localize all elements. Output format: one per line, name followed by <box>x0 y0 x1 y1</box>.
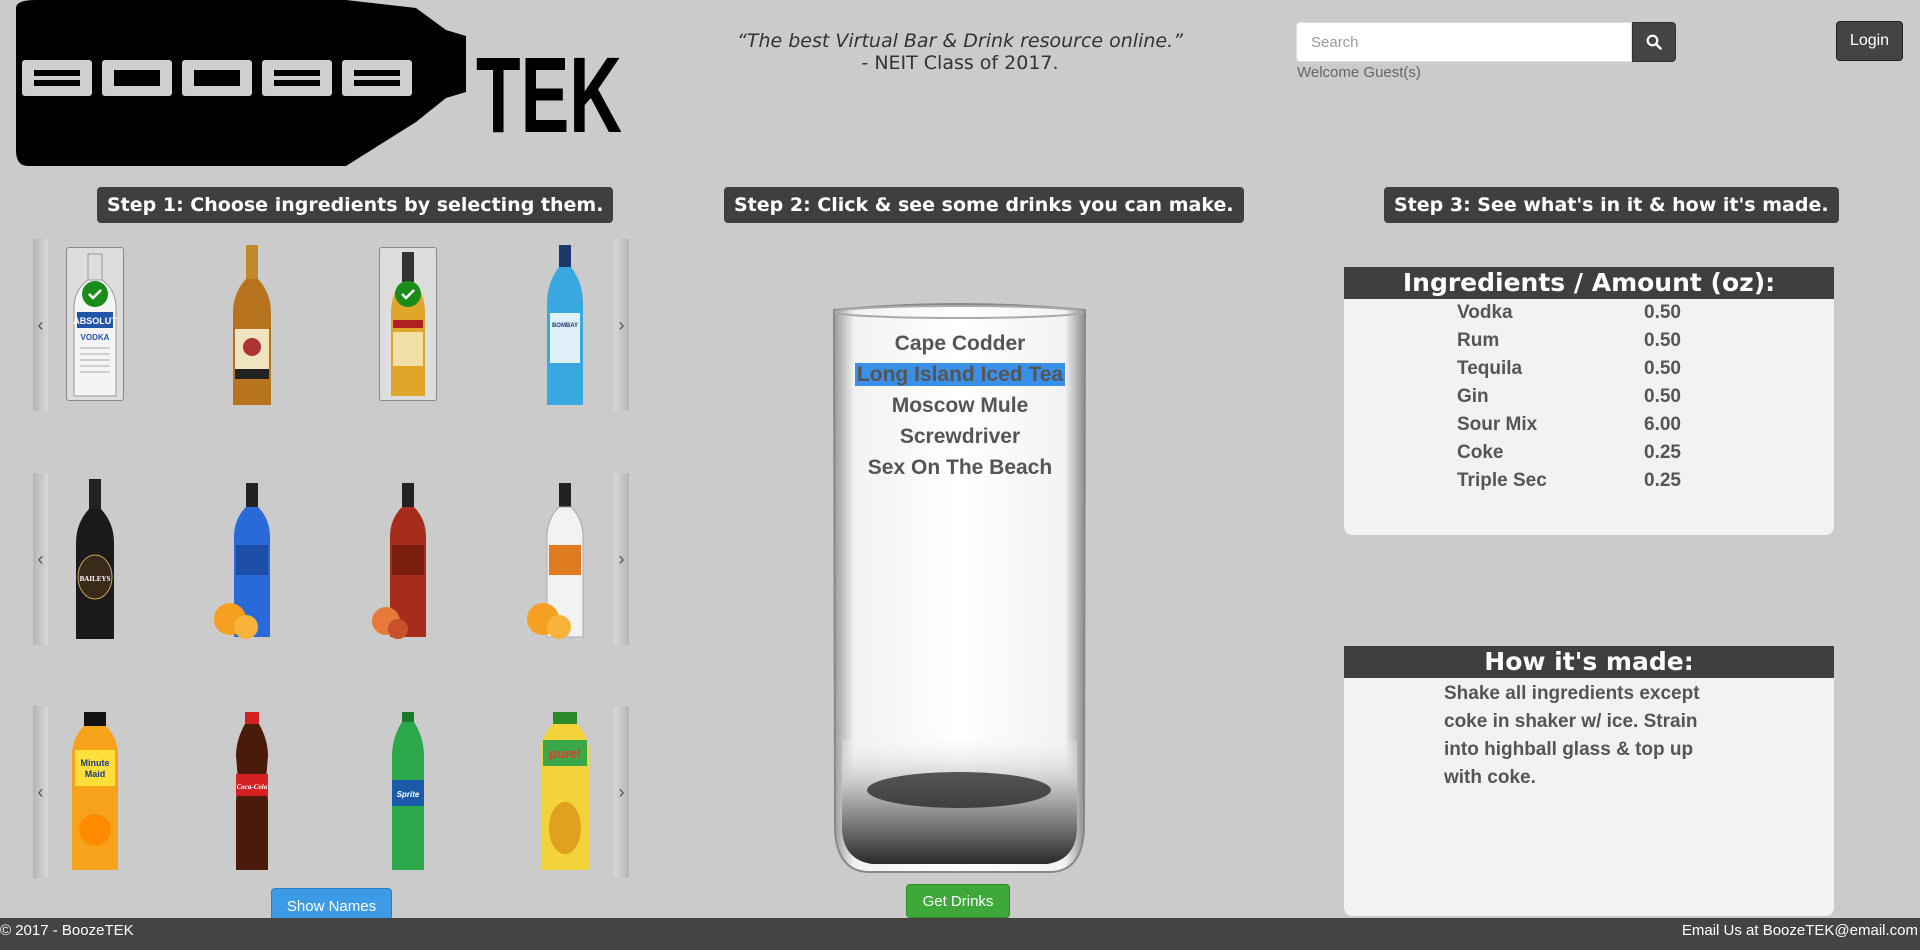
step2-header: Step 2: Click & see some drinks you can … <box>724 187 1244 223</box>
footer-email-link[interactable]: Email Us at BoozeTEK@email.com <box>1682 920 1918 942</box>
peach-schnapps-bottle-image <box>372 482 426 639</box>
svg-text:Minute: Minute <box>81 758 110 768</box>
chevron-left-icon: ‹ <box>37 314 44 335</box>
svg-text:ABSOLUT: ABSOLUT <box>73 316 117 326</box>
ingredients-panel-title: Ingredients / Amount (oz): <box>1344 267 1834 299</box>
ingredient-carousel-row-3: ‹ Minute Maid Coca-Cola Sprite pure! › <box>33 706 629 878</box>
step3-header: Step 3: See what's in it & how it's made… <box>1384 187 1839 223</box>
ingredient-orange-juice[interactable]: Minute Maid <box>50 706 140 878</box>
search-icon <box>1646 34 1662 50</box>
footer-copyright: © 2017 - BoozeTEK <box>0 922 134 939</box>
svg-text:VODKA: VODKA <box>81 333 110 342</box>
carousel-next-button[interactable]: › <box>614 706 629 878</box>
ingredient-bombay-sapphire-gin[interactable]: BOMBAY <box>520 239 610 411</box>
boozetek-logo[interactable]: TEK <box>16 0 622 166</box>
drink-item[interactable]: Screwdriver <box>850 421 1070 452</box>
vodka-bottle-image: ABSOLUT VODKA <box>73 253 117 397</box>
ingredient-triple-sec[interactable] <box>520 473 610 645</box>
carousel-prev-button[interactable]: ‹ <box>33 706 48 878</box>
drink-item-selected[interactable]: Long Island Iced Tea <box>850 359 1070 390</box>
ingredient-row: Tequila 0.50 <box>1457 358 1681 379</box>
sprite-bottle-image: Sprite <box>392 711 424 870</box>
checkmark-icon <box>395 281 421 307</box>
ingredient-row: Coke 0.25 <box>1457 442 1681 463</box>
svg-text:Maid: Maid <box>85 769 106 779</box>
drink-list: Cape Codder Long Island Iced Tea Moscow … <box>850 328 1070 483</box>
chevron-right-icon: › <box>618 548 625 569</box>
carousel-prev-button[interactable]: ‹ <box>33 473 48 645</box>
rum-bottle-image <box>233 244 271 405</box>
svg-text:Coca-Cola: Coca-Cola <box>237 783 268 791</box>
step1-header: Step 1: Choose ingredients by selecting … <box>97 187 614 223</box>
ingredient-peach-schnapps[interactable] <box>363 473 453 645</box>
checkmark-icon <box>82 281 108 307</box>
ingredient-row: Vodka 0.50 <box>1457 302 1681 323</box>
carousel-prev-button[interactable]: ‹ <box>33 239 48 411</box>
search-bar <box>1296 22 1676 62</box>
svg-text:Sprite: Sprite <box>397 790 420 799</box>
orange-juice-bottle-image: Minute Maid <box>72 711 118 870</box>
svg-text:BAILEYS: BAILEYS <box>80 575 111 583</box>
baileys-bottle-image: BAILEYS <box>76 478 114 639</box>
svg-text:BOMBAY: BOMBAY <box>552 323 578 329</box>
method-panel-title: How it's made: <box>1344 646 1834 678</box>
ingredient-jose-cuervo-tequila[interactable] <box>363 239 453 411</box>
logo-tek-text: TEK <box>476 34 622 155</box>
triple-sec-bottle-image <box>527 482 584 639</box>
carousel-next-button[interactable]: › <box>614 473 629 645</box>
chevron-right-icon: › <box>618 781 625 802</box>
ingredient-captain-morgan-rum[interactable] <box>207 239 297 411</box>
tagline-quote: “The best Virtual Bar & Drink resource o… <box>737 30 1183 52</box>
ingredient-row: Gin 0.50 <box>1457 386 1681 407</box>
ingredient-carousel-row-2: ‹ BAILEYS › <box>33 473 629 645</box>
cola-bottle-image: Coca-Cola <box>236 711 268 870</box>
chevron-left-icon: ‹ <box>37 548 44 569</box>
ingredient-pineapple-juice[interactable]: pure! <box>520 706 610 878</box>
search-input[interactable] <box>1296 22 1632 62</box>
method-text: Shake all ingredients except coke in sha… <box>1444 683 1700 788</box>
pineapple-juice-bottle-image: pure! <box>541 711 589 870</box>
chevron-right-icon: › <box>618 314 625 335</box>
search-button[interactable] <box>1632 22 1676 62</box>
ingredient-row: Sour Mix 6.00 <box>1457 414 1681 435</box>
ingredient-baileys[interactable]: BAILEYS <box>50 473 140 645</box>
tagline-attribution: - NEIT Class of 2017. <box>861 52 1059 74</box>
tagline: “The best Virtual Bar & Drink resource o… <box>700 30 1220 74</box>
footer: © 2017 - BoozeTEK Email Us at BoozeTEK@e… <box>0 918 1920 950</box>
ingredient-row: Triple Sec 0.25 <box>1457 470 1681 491</box>
ingredient-row: Rum 0.50 <box>1457 330 1681 351</box>
svg-text:pure!: pure! <box>549 746 582 761</box>
ingredient-blue-curacao[interactable] <box>207 473 297 645</box>
ingredients-panel: Ingredients / Amount (oz): Vodka 0.50 Rum… <box>1344 267 1834 535</box>
gin-bottle-image: BOMBAY <box>547 244 583 405</box>
tequila-bottle-image <box>391 252 425 396</box>
chevron-left-icon: ‹ <box>37 781 44 802</box>
drink-item[interactable]: Sex On The Beach <box>850 452 1070 483</box>
get-drinks-button[interactable]: Get Drinks <box>906 884 1010 918</box>
ingredient-carousel-row-1: ‹ ABSOLUT VODKA BOMBAY › <box>33 239 629 411</box>
method-panel: How it's made: Shake all ingredients exc… <box>1344 646 1834 916</box>
blue-curacao-bottle-image <box>214 482 270 639</box>
drink-item[interactable]: Moscow Mule <box>850 390 1070 421</box>
ingredient-absolut-vodka[interactable]: ABSOLUT VODKA <box>50 239 140 411</box>
ingredient-coca-cola[interactable]: Coca-Cola <box>207 706 297 878</box>
drink-item[interactable]: Cape Codder <box>850 328 1070 359</box>
welcome-text: Welcome Guest(s) <box>1297 64 1421 81</box>
carousel-next-button[interactable]: › <box>614 239 629 411</box>
login-button[interactable]: Login <box>1836 21 1903 61</box>
ingredient-sprite[interactable]: Sprite <box>363 706 453 878</box>
